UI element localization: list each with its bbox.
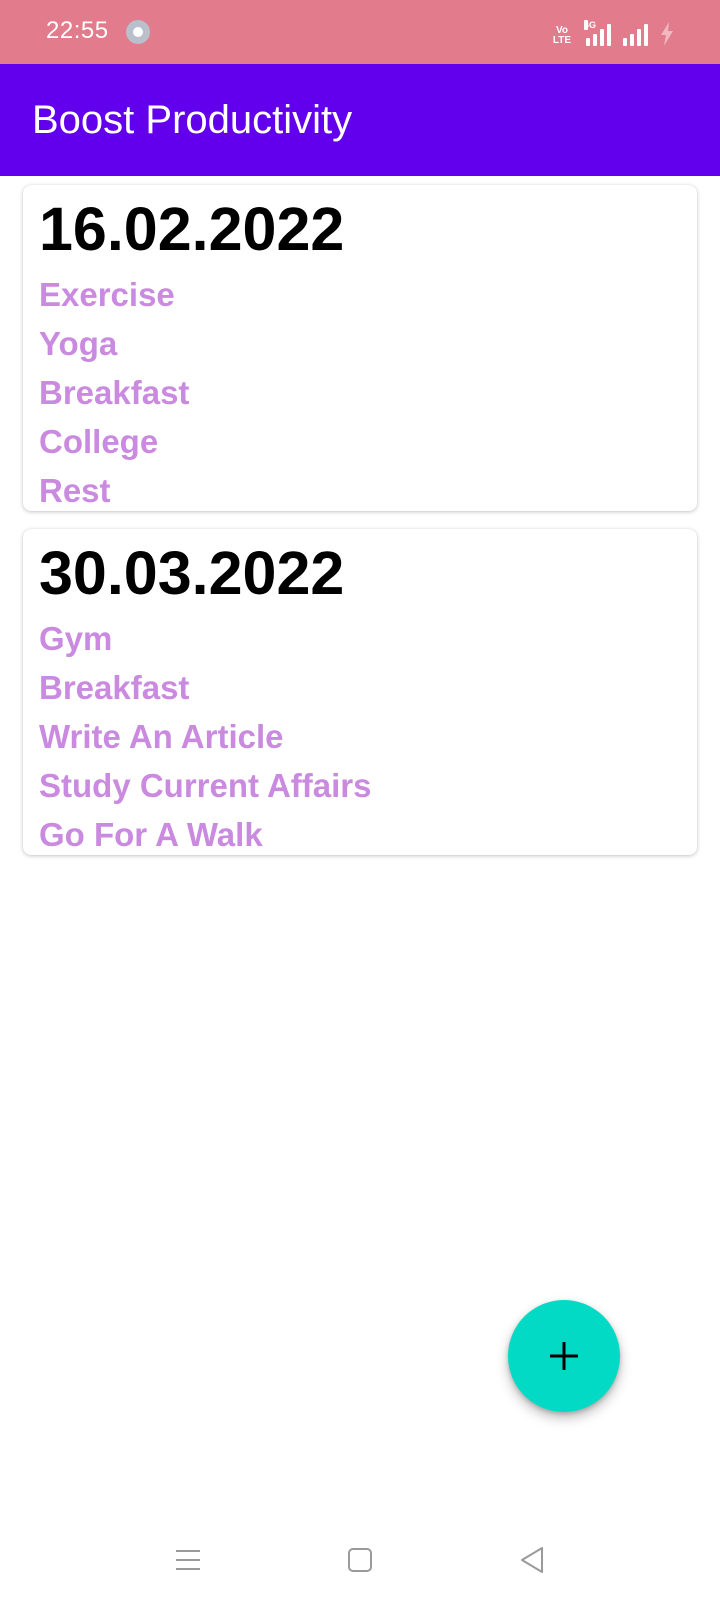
task-item: Rest bbox=[39, 472, 111, 509]
status-bar: 22:55 Vo LTE 4G bbox=[0, 0, 720, 64]
back-icon[interactable] bbox=[514, 1542, 550, 1578]
schedule-card[interactable]: 30.03.2022 Gym Breakfast Write An Articl… bbox=[23, 529, 697, 855]
task-item: Write An Article bbox=[39, 718, 284, 755]
system-nav-bar bbox=[0, 1520, 720, 1600]
signal-icon bbox=[623, 24, 648, 46]
volte-icon: Vo LTE bbox=[552, 25, 572, 46]
settings-notification-icon bbox=[126, 20, 150, 44]
task-item: Go For A Walk bbox=[39, 816, 263, 853]
app-bar: Boost Productivity bbox=[0, 64, 720, 176]
card-date: 30.03.2022 bbox=[39, 539, 345, 607]
task-item: Exercise bbox=[39, 276, 175, 313]
task-item: Breakfast bbox=[39, 669, 190, 706]
status-time: 22:55 bbox=[46, 17, 109, 44]
menu-icon[interactable] bbox=[170, 1542, 206, 1578]
task-item: Gym bbox=[39, 620, 113, 657]
home-icon[interactable] bbox=[342, 1542, 378, 1578]
task-list: Gym Breakfast Write An Article Study Cur… bbox=[39, 614, 371, 859]
status-icons: Vo LTE 4G bbox=[550, 16, 674, 46]
schedule-card[interactable]: 16.02.2022 Exercise Yoga Breakfast Colle… bbox=[23, 185, 697, 511]
signal-4g-icon: 4G bbox=[584, 20, 611, 46]
task-item: Breakfast bbox=[39, 374, 190, 411]
app-title: Boost Productivity bbox=[32, 98, 353, 142]
add-schedule-button[interactable] bbox=[508, 1300, 620, 1412]
charging-icon bbox=[661, 22, 673, 46]
task-item: College bbox=[39, 423, 159, 460]
task-list: Exercise Yoga Breakfast College Rest bbox=[39, 270, 189, 515]
task-item: Study Current Affairs bbox=[39, 767, 372, 804]
plus-icon bbox=[550, 1342, 578, 1370]
task-item: Yoga bbox=[39, 325, 118, 362]
card-date: 16.02.2022 bbox=[39, 195, 345, 263]
network-type-label: 4G bbox=[584, 20, 597, 30]
